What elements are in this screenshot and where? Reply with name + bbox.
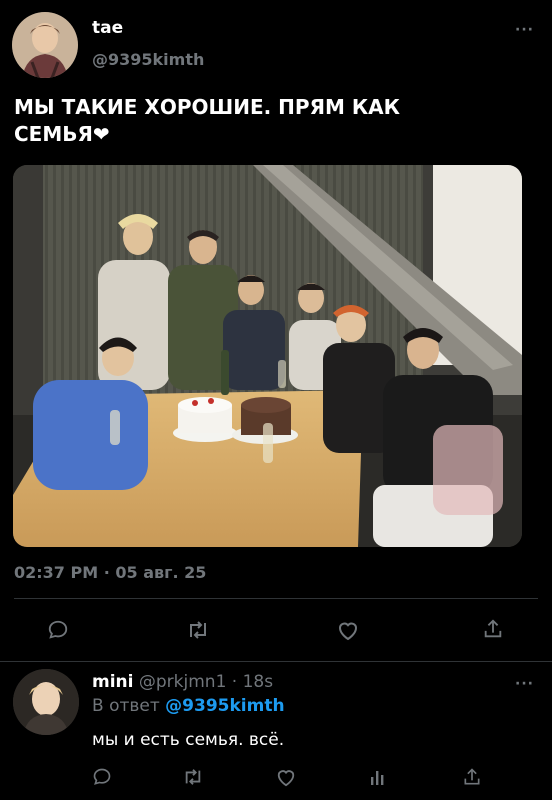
share-icon[interactable]	[482, 618, 504, 640]
views-icon[interactable]	[369, 767, 389, 787]
reply-icon[interactable]	[47, 619, 69, 641]
reply-reply-icon[interactable]	[92, 767, 112, 787]
author-handle[interactable]: @9395kimth	[92, 50, 204, 69]
tweet-text: МЫ ТАКИЕ ХОРОШИЕ. ПРЯМ КАК СЕМЬЯ❤	[14, 94, 538, 148]
reply-header: mini @prkjmn1 · 18s	[92, 672, 273, 692]
divider	[14, 598, 538, 599]
reply-display-name[interactable]: mini	[92, 672, 133, 692]
reply-to-link[interactable]: @9395kimth	[165, 696, 284, 716]
reply-like-icon[interactable]	[275, 767, 297, 787]
tweet-text-line-2: СЕМЬЯ❤	[14, 122, 110, 146]
reply-more-options-icon[interactable]: ···	[515, 676, 534, 692]
reply-time[interactable]: 18s	[243, 672, 274, 692]
tweet-text-line-1: МЫ ТАКИЕ ХОРОШИЕ. ПРЯМ КАК	[14, 95, 401, 119]
reply-handle[interactable]: @prkjmn1	[139, 672, 227, 692]
divider	[0, 661, 552, 662]
like-icon[interactable]	[336, 619, 360, 641]
reply-context: В ответ @9395kimth	[92, 696, 285, 716]
reply-retweet-icon[interactable]	[182, 767, 204, 787]
retweet-icon[interactable]	[186, 619, 210, 641]
tweet-timestamp[interactable]: 02:37 PM · 05 авг. 25	[14, 563, 206, 582]
reply-prefix: В ответ	[92, 696, 160, 716]
reply-text: мы и есть семья. всё.	[92, 730, 285, 750]
more-options-icon[interactable]: ···	[515, 22, 534, 38]
separator-dot: ·	[231, 672, 238, 692]
tweet-photo[interactable]	[13, 165, 522, 547]
author-avatar[interactable]	[12, 12, 78, 78]
reply-avatar[interactable]	[13, 669, 79, 735]
reply-share-icon[interactable]	[462, 767, 482, 787]
heart-emoji: ❤	[92, 122, 110, 146]
author-display-name[interactable]: tae	[92, 18, 123, 38]
